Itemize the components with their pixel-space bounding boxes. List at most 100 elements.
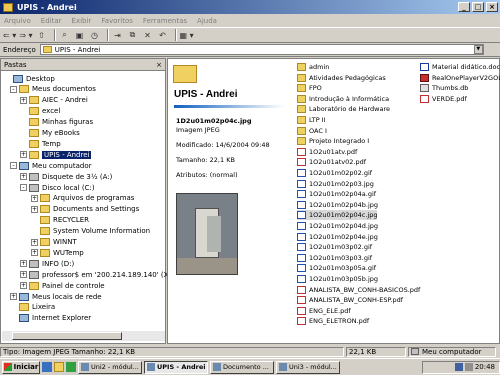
menu-favoritos[interactable]: Favoritos [101,17,133,25]
scrollbar-thumb[interactable] [12,332,122,340]
file-item[interactable]: Introdução à Informática [297,94,389,104]
close-pane-icon[interactable]: × [156,61,162,69]
history-icon[interactable]: ◷ [89,29,101,41]
file-item[interactable]: 1O2u01m02p04b.jpg [297,200,378,210]
expand-icon[interactable]: + [31,249,38,257]
undo-icon[interactable]: ↶ [157,29,169,41]
horizontal-scrollbar[interactable] [2,331,165,341]
tree-item[interactable]: Minhas figuras [20,117,93,128]
folders-icon[interactable]: ▣ [74,29,86,41]
move-to-icon[interactable]: ⇥ [112,29,124,41]
file-item[interactable]: 1O2u01m03p05a.gif [297,263,376,273]
forward-button[interactable]: ⇒ ▾ [19,29,32,41]
menu-editar[interactable]: Editar [41,17,62,25]
tray-icon[interactable] [454,363,463,371]
tree-item[interactable]: RECYCLER [31,215,89,226]
minimize-button[interactable]: _ [458,2,470,12]
file-item[interactable]: 1O2u01m02p02.gif [297,168,372,178]
collapse-icon[interactable]: - [20,184,27,191]
tree-item[interactable]: + Disquete de 3½ (A:) [20,171,112,182]
tree-item[interactable]: System Volume Information [31,226,150,237]
file-item[interactable]: admin [297,62,329,72]
file-item[interactable]: Thumbs.db [420,83,468,93]
media-icon[interactable] [66,362,76,372]
tree-item[interactable]: + Documents and Settings [31,204,139,215]
file-item[interactable]: 1O2u01m03p03.gif [297,253,372,263]
collapse-icon[interactable]: - [10,85,17,93]
expand-icon[interactable]: + [20,282,27,290]
back-button[interactable]: ⇐ ▾ [3,29,16,41]
taskbar-button[interactable]: Uni2 - módul... [78,360,142,374]
maximize-button[interactable]: □ [472,2,484,12]
search-icon[interactable]: ⌕ [59,29,71,41]
file-item[interactable]: Projeto Integrado I [297,136,369,146]
file-item[interactable]: 1O2u01m02p04c.jpg [297,210,378,221]
file-item[interactable]: ANALISTA_BW_CONH-BASICOS.pdf [297,285,420,295]
menu-exibir[interactable]: Exibir [72,17,92,25]
file-item[interactable]: 1O2u01m03p02.gif [297,242,372,252]
file-item[interactable]: RealOnePlayerV2GOLD.exe [420,73,500,83]
folder-icon[interactable] [54,362,64,372]
file-item[interactable]: LTP II [297,115,326,125]
tree-item[interactable]: + INFO (D:) [20,258,74,269]
menu-ajuda[interactable]: Ajuda [197,17,217,25]
tree-item[interactable]: Internet Explorer [10,313,91,324]
start-button[interactable]: Iniciar [2,360,40,374]
address-field[interactable]: UPIS - Andrei ▼ [39,44,484,55]
chevron-down-icon[interactable]: ▼ [473,45,483,54]
tree-item[interactable]: + AIEC - Andrei [20,95,88,106]
taskbar-button[interactable]: UPIS - Andrei [144,360,208,374]
tree-item[interactable]: - Meus documentos [10,84,96,95]
taskbar-button[interactable]: Documento ... [210,360,274,374]
expand-icon[interactable]: + [31,205,38,213]
file-item[interactable]: Laboratório de Hardware [297,104,390,114]
file-item[interactable]: ANALISTA_BW_CONH-ESP.pdf [297,295,403,305]
tray-icon[interactable] [464,363,473,371]
expand-icon[interactable]: + [31,194,38,202]
tree-item[interactable]: My eBooks [20,128,80,139]
up-folder-icon[interactable]: ⇧ [36,29,48,41]
tree-item[interactable]: - Disco local (C:) [20,182,95,193]
views-icon[interactable]: ▦ ▾ [180,29,194,41]
expand-icon[interactable]: + [20,260,27,268]
expand-icon[interactable]: + [31,238,38,246]
tree-item[interactable]: Temp [20,138,61,149]
menu-ferramentas[interactable]: Ferramentas [143,17,187,25]
taskbar-button[interactable]: Uni3 - módul... [276,360,340,374]
file-item[interactable]: Material didático.doc [420,62,500,72]
copy-to-icon[interactable]: ⧉ [127,29,139,41]
tree-item[interactable]: Lixeira [10,302,55,313]
file-item[interactable]: 1O2u01m03p05b.jpg [297,274,378,284]
file-item[interactable]: Atividades Pedagógicas [297,73,386,83]
close-button[interactable]: × [486,2,498,12]
tree-item[interactable]: + WUTemp [31,247,84,258]
file-item[interactable]: ENG_ELETRON.pdf [297,316,369,326]
tree-item[interactable]: + WINNT [31,237,77,248]
file-item[interactable]: 1O2u01m02p04d.jpg [297,221,378,231]
tree-item[interactable]: + Meus locais de rede [10,291,102,302]
delete-icon[interactable]: ✕ [142,29,154,41]
menu-arquivo[interactable]: Arquivo [4,17,31,25]
tree-item[interactable]: + Painel de controle [20,280,105,291]
tree-item[interactable]: + Arquivos de programas [31,193,134,204]
tree-item[interactable]: excel [20,106,60,117]
tree-item[interactable]: + professor$ em '200.214.189.140' (X:) [20,269,174,280]
expand-icon[interactable]: + [20,173,27,181]
expand-icon[interactable]: + [20,151,27,159]
file-item[interactable]: 1O2u01m02p03.jpg [297,179,374,189]
collapse-icon[interactable]: - [10,162,17,170]
file-item[interactable]: 1O2u01atv.pdf [297,147,357,157]
file-item[interactable]: ENG_ELE.pdf [297,306,351,316]
file-item[interactable]: VERDE.pdf [420,94,467,104]
expand-icon[interactable]: + [20,271,27,279]
file-item[interactable]: 1O2u01m02p04e.jpg [297,232,378,242]
file-item[interactable]: FPO [297,83,322,93]
expand-icon[interactable]: + [10,293,17,300]
file-item[interactable]: 1O2u01m02p04a.gif [297,189,376,199]
tree-item[interactable]: Desktop [4,73,55,84]
expand-icon[interactable]: + [20,96,27,104]
file-item[interactable]: 1O2u01atv02.pdf [297,157,366,167]
tree-item[interactable]: - Meu computador [10,160,91,171]
file-item[interactable]: OAC I [297,126,327,136]
tree-item[interactable]: + UPIS - Andrei [20,149,92,160]
